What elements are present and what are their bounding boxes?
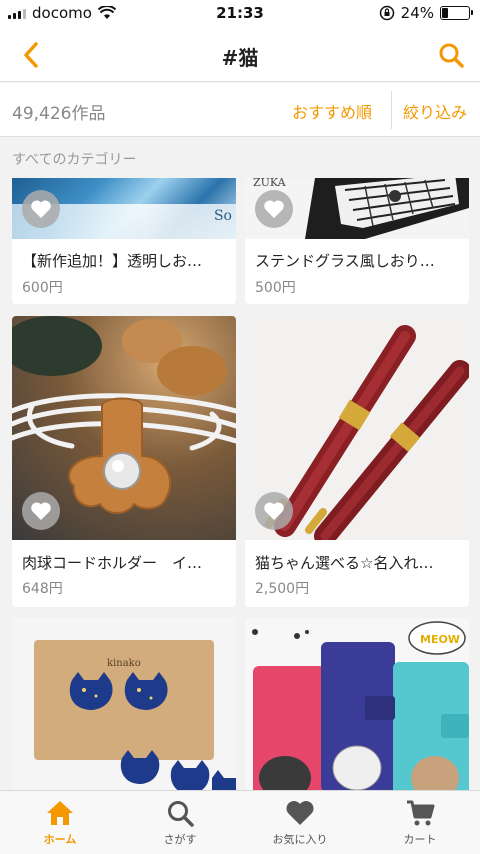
svg-text:MEOW: MEOW (420, 633, 460, 646)
heart-icon (31, 200, 51, 218)
product-price: 600円 (22, 280, 63, 296)
heart-icon (31, 502, 51, 520)
tab-home[interactable]: ホーム (0, 791, 120, 854)
product-name: ステンドグラス風しおり… (255, 252, 435, 270)
product-name: 肉球コードホルダー イ… (22, 554, 203, 572)
tab-label: カート (403, 833, 437, 846)
search-button[interactable] (434, 38, 468, 72)
product-image: MEOW (245, 618, 469, 790)
category-label: すべてのカテゴリー (12, 152, 137, 168)
heart-icon (286, 801, 314, 825)
favorite-button[interactable] (22, 190, 60, 228)
divider (391, 91, 392, 129)
filter-button[interactable]: 絞り込み (403, 99, 467, 123)
svg-text:kinako: kinako (107, 658, 141, 669)
product-card[interactable]: ZUKA ステンドグラス風しおり… 500円 (245, 178, 469, 304)
product-card[interactable]: So 【新作追加！】透明しお… 600円 (12, 178, 236, 304)
product-card[interactable]: MEOW (245, 618, 469, 790)
favorite-button[interactable] (22, 492, 60, 530)
heart-icon (264, 200, 284, 218)
heart-icon (264, 502, 284, 520)
product-price: 500円 (255, 280, 296, 296)
favorite-button[interactable] (255, 190, 293, 228)
product-card[interactable]: 肉球コードホルダー イ… 648円 (12, 316, 236, 607)
product-image: kinako (12, 618, 236, 790)
product-price: 648円 (22, 581, 63, 597)
status-bar: docomo 21:33 24% (0, 0, 480, 28)
product-name: 猫ちゃん選べる☆名入れ… (255, 554, 434, 572)
product-card[interactable]: 猫ちゃん選べる☆名入れ… 2,500円 (245, 316, 469, 607)
cart-icon (407, 800, 435, 826)
page-title: #猫 (221, 46, 259, 70)
tab-label: お気に入り (272, 833, 328, 846)
result-count: 49,426作品 (12, 104, 106, 124)
home-icon (47, 801, 73, 825)
battery-icon (440, 6, 473, 20)
search-icon (168, 801, 194, 827)
favorite-button[interactable] (255, 492, 293, 530)
tab-bar: ホーム さがす お気に入り カート (0, 790, 480, 854)
tab-label: ホーム (43, 833, 77, 846)
tab-label: さがす (163, 833, 197, 846)
product-grid: So 【新作追加！】透明しお… 600円 ZUKA ステンドグラス風しおり… 5… (0, 178, 480, 790)
battery-percent: 24% (400, 4, 434, 22)
svg-text:ZUKA: ZUKA (253, 178, 287, 189)
tab-favorites[interactable]: お気に入り (240, 791, 360, 854)
tab-cart[interactable]: カート (360, 791, 480, 854)
rotation-lock-icon (379, 5, 394, 21)
search-icon (439, 43, 464, 68)
sort-button[interactable]: おすすめ順 (292, 99, 372, 123)
product-price: 2,500円 (255, 581, 310, 597)
product-card[interactable]: kinako (12, 618, 236, 790)
nav-bar: #猫 (0, 28, 480, 82)
tab-search[interactable]: さがす (120, 791, 240, 854)
filter-bar: 49,426作品 おすすめ順 絞り込み (0, 83, 480, 137)
product-name: 【新作追加！】透明しお… (22, 252, 203, 270)
